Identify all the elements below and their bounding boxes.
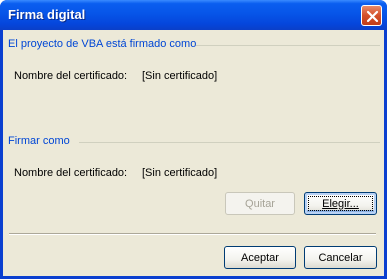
signed-cert-value: [Sin certificado] — [142, 70, 218, 82]
remove-button-label: Quitar — [245, 197, 275, 210]
focus-ring — [308, 196, 373, 211]
sign-as-group-title: Firmar como — [8, 135, 70, 147]
close-icon — [366, 10, 379, 23]
ok-button[interactable]: Aceptar — [224, 246, 296, 269]
title-bar[interactable]: Firma digital — [0, 0, 387, 30]
window-title: Firma digital — [8, 7, 86, 22]
ok-button-label: Aceptar — [241, 251, 279, 264]
close-button[interactable] — [361, 5, 382, 26]
remove-button[interactable]: Quitar — [225, 192, 295, 215]
signed-group-title: El proyecto de VBA está firmado como — [8, 38, 197, 50]
signed-group-divider — [196, 45, 380, 46]
cancel-button-label: Cancelar — [318, 251, 363, 264]
buttons-separator — [9, 233, 376, 235]
dialog-body: El proyecto de VBA está firmado como Nom… — [3, 30, 384, 276]
sign-as-group-divider — [79, 142, 380, 143]
choose-button[interactable]: Elegir... — [304, 192, 377, 215]
sign-as-cert-label: Nombre del certificado: — [14, 167, 128, 179]
sign-as-cert-value: [Sin certificado] — [142, 167, 218, 179]
dialog-window: Firma digital El proyecto de VBA está fi… — [0, 0, 387, 279]
cancel-button[interactable]: Cancelar — [304, 246, 377, 269]
signed-cert-label: Nombre del certificado: — [14, 70, 128, 82]
